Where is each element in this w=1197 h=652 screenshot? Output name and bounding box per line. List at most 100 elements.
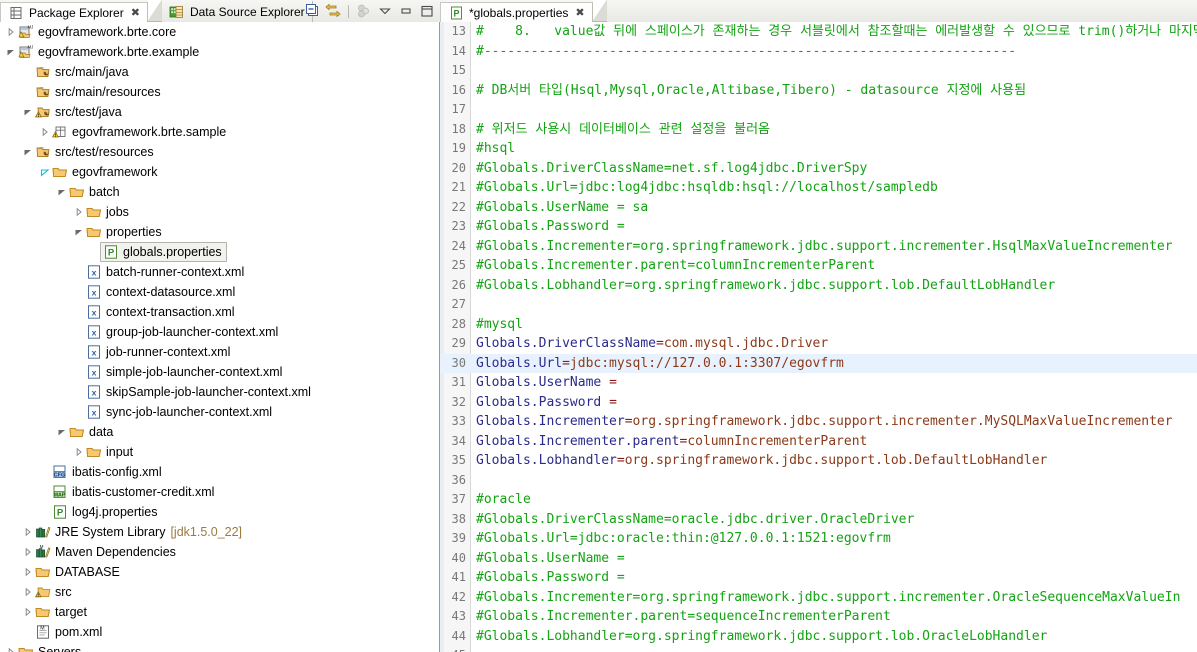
tree-item[interactable]: ☯src/main/resources [0, 82, 439, 102]
tree-item[interactable]: jobs [0, 202, 439, 222]
code-token: org.springframework.jdbc.support.increme… [633, 414, 1173, 429]
tree-expand-arrow-icon[interactable] [73, 442, 85, 462]
tree-item[interactable]: xcontext-datasource.xml [0, 282, 439, 302]
close-icon[interactable]: ✖ [575, 7, 584, 18]
code-line[interactable]: 45 [440, 646, 1197, 652]
tree-item[interactable]: ☯src/test/resources [0, 142, 439, 162]
minimize-button[interactable] [397, 2, 415, 20]
code-line[interactable]: 29Globals.DriverClassName=com.mysql.jdbc… [440, 334, 1197, 354]
view-menu-button[interactable] [355, 2, 373, 20]
tree-expand-arrow-icon[interactable] [22, 562, 34, 582]
code-line[interactable]: 14#-------------------------------------… [440, 42, 1197, 62]
tree-expand-arrow-icon[interactable] [5, 22, 17, 42]
tab-data-source-explorer[interactable]: Data Source Explorer [162, 1, 313, 22]
code-line[interactable]: 15 [440, 61, 1197, 81]
link-with-editor-button[interactable] [324, 2, 342, 20]
maximize-button[interactable] [418, 2, 436, 20]
code-line[interactable]: 37#oracle [440, 490, 1197, 510]
code-line[interactable]: 34Globals.Incrementer.parent=columnIncre… [440, 432, 1197, 452]
code-line[interactable]: 41#Globals.Password = [440, 568, 1197, 588]
tab-package-explorer[interactable]: Package Explorer ✖ [0, 2, 148, 23]
code-line[interactable]: 25#Globals.Incrementer.parent=columnIncr… [440, 256, 1197, 276]
tree-item[interactable]: xgroup-job-launcher-context.xml [0, 322, 439, 342]
code-line[interactable]: 26#Globals.Lobhandler=org.springframewor… [440, 276, 1197, 296]
tree-item[interactable]: xskipSample-job-launcher-context.xml [0, 382, 439, 402]
tree-expand-arrow-icon[interactable] [22, 102, 34, 122]
tree-item-content: target [34, 602, 87, 622]
tree-item[interactable]: Pglobals.properties [0, 242, 439, 262]
code-line[interactable]: 32Globals.Password = [440, 393, 1197, 413]
tree-expand-arrow-icon[interactable] [73, 222, 85, 242]
code-line[interactable]: 21#Globals.Url=jdbc:log4jdbc:hsqldb:hsql… [440, 178, 1197, 198]
tree-item[interactable]: xsync-job-launcher-context.xml [0, 402, 439, 422]
code-line[interactable]: 35Globals.Lobhandler=org.springframework… [440, 451, 1197, 471]
tree-item[interactable]: src [0, 582, 439, 602]
code-line[interactable]: 33Globals.Incrementer=org.springframewor… [440, 412, 1197, 432]
tree-expand-arrow-icon[interactable] [56, 182, 68, 202]
code-line[interactable]: 23#Globals.Password = [440, 217, 1197, 237]
project-tree[interactable]: MJegovframework.brte.coreMJegovframework… [0, 22, 440, 652]
tree-item[interactable]: xcontext-transaction.xml [0, 302, 439, 322]
code-line[interactable]: 28#mysql [440, 315, 1197, 335]
tab-globals-properties[interactable]: P *globals.properties ✖ [440, 2, 593, 23]
code-content[interactable]: 13# 8. value값 뒤에 스페이스가 존재하는 경우 서블릿에서 참조할… [440, 22, 1197, 652]
code-line[interactable]: 17 [440, 100, 1197, 120]
code-line[interactable]: 42#Globals.Incrementer=org.springframewo… [440, 588, 1197, 608]
tree-item[interactable]: xjob-runner-context.xml [0, 342, 439, 362]
code-line[interactable]: 36 [440, 471, 1197, 491]
tree-expand-arrow-icon[interactable] [39, 162, 51, 182]
code-line[interactable]: 31Globals.UserName = [440, 373, 1197, 393]
tree-expand-arrow-icon[interactable] [5, 42, 17, 62]
tree-expand-arrow-icon[interactable] [73, 202, 85, 222]
tree-expand-arrow-icon[interactable] [22, 542, 34, 562]
tree-item[interactable]: egovframework [0, 162, 439, 182]
tree-item[interactable]: data [0, 422, 439, 442]
tree-item[interactable]: properties [0, 222, 439, 242]
tree-item[interactable]: ☯src/test/java [0, 102, 439, 122]
code-line[interactable]: 22#Globals.UserName = sa [440, 198, 1197, 218]
tree-item[interactable]: JRE System Library[jdk1.5.0_22] [0, 522, 439, 542]
code-line[interactable]: 38#Globals.DriverClassName=oracle.jdbc.d… [440, 510, 1197, 530]
tree-item[interactable]: batch [0, 182, 439, 202]
code-line[interactable]: 30Globals.Url=jdbc:mysql://127.0.0.1:330… [440, 354, 1197, 374]
tree-item[interactable]: egovframework.brte.sample [0, 122, 439, 142]
close-icon[interactable]: ✖ [131, 7, 140, 18]
code-line[interactable]: 27 [440, 295, 1197, 315]
chevron-down-icon[interactable] [376, 2, 394, 20]
tree-item[interactable]: MMaven Dependencies [0, 542, 439, 562]
tree-item[interactable]: xbatch-runner-context.xml [0, 262, 439, 282]
code-line[interactable]: 39#Globals.Url=jdbc:oracle:thin:@127.0.0… [440, 529, 1197, 549]
code-line[interactable]: 24#Globals.Incrementer=org.springframewo… [440, 237, 1197, 257]
tree-expand-arrow-icon[interactable] [22, 142, 34, 162]
tree-expand-arrow-icon[interactable] [22, 602, 34, 622]
tree-expand-arrow-icon[interactable] [22, 582, 34, 602]
collapse-all-button[interactable] [303, 2, 321, 20]
tree-item[interactable]: Mpom.xml [0, 622, 439, 642]
tree-item[interactable]: target [0, 602, 439, 622]
tree-item[interactable]: CFGibatis-config.xml [0, 462, 439, 482]
code-line[interactable]: 18# 위저드 사용시 데이터베이스 관련 설정을 불러옴 [440, 120, 1197, 140]
tree-item[interactable]: Servers [0, 642, 439, 652]
tree-item[interactable]: DATABASE [0, 562, 439, 582]
tree-expand-arrow-icon[interactable] [22, 522, 34, 542]
code-line[interactable]: 19#hsql [440, 139, 1197, 159]
tree-item[interactable]: xsimple-job-launcher-context.xml [0, 362, 439, 382]
tree-item[interactable]: MJegovframework.brte.core [0, 22, 439, 42]
tree-expand-arrow-icon[interactable] [56, 422, 68, 442]
tree-item[interactable]: MAPibatis-customer-credit.xml [0, 482, 439, 502]
code-token: #Globals.Password = [476, 219, 625, 234]
tree-item[interactable]: MJegovframework.brte.example [0, 42, 439, 62]
tree-item[interactable]: Plog4j.properties [0, 502, 439, 522]
code-line[interactable]: 40#Globals.UserName = [440, 549, 1197, 569]
tree-item[interactable]: input [0, 442, 439, 462]
code-line[interactable]: 44#Globals.Lobhandler=org.springframewor… [440, 627, 1197, 647]
code-line[interactable]: 20#Globals.DriverClassName=net.sf.log4jd… [440, 159, 1197, 179]
package-explorer-icon [7, 3, 25, 23]
tree-expand-arrow-icon[interactable] [39, 122, 51, 142]
code-line[interactable]: 13# 8. value값 뒤에 스페이스가 존재하는 경우 서블릿에서 참조할… [440, 22, 1197, 42]
code-line[interactable]: 43#Globals.Incrementer.parent=sequenceIn… [440, 607, 1197, 627]
tree-expand-arrow-icon[interactable] [5, 642, 17, 652]
code-line[interactable]: 16# DB서버 타입(Hsql,Mysql,Oracle,Altibase,T… [440, 81, 1197, 101]
text-editor[interactable]: 13# 8. value값 뒤에 스페이스가 존재하는 경우 서블릿에서 참조할… [440, 22, 1197, 652]
tree-item[interactable]: ☯src/main/java [0, 62, 439, 82]
